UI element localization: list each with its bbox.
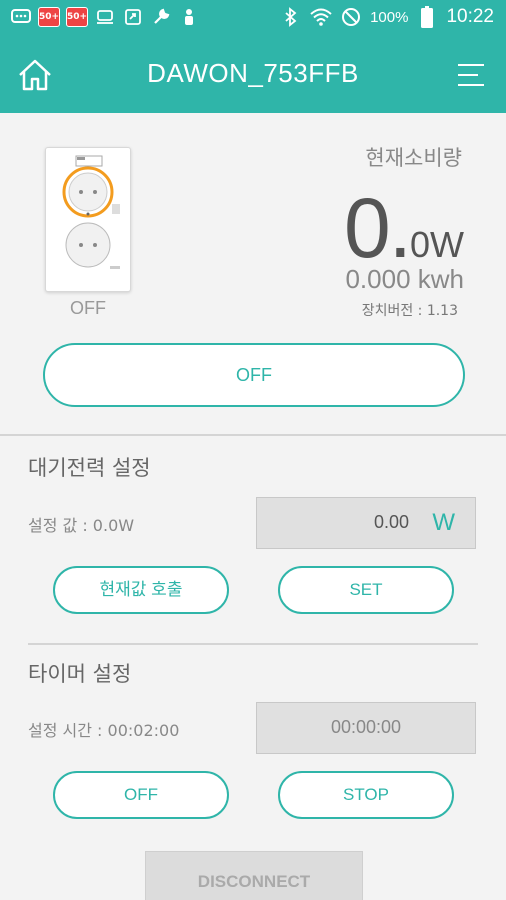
standby-section-title: 대기전력 설정	[28, 456, 151, 480]
status-bar: 50+ 50+ 100% 10:22	[0, 0, 506, 36]
notification-icons: 50+ 50+	[10, 6, 200, 28]
person-icon	[178, 6, 200, 28]
bluetooth-icon	[280, 6, 302, 28]
timer-value-text: 00:00:00	[330, 717, 402, 737]
timer-stop-button[interactable]: STOP	[278, 771, 454, 819]
device-title: DAWON_753FFB	[147, 58, 359, 88]
divider	[0, 434, 506, 436]
do-not-disturb-icon	[340, 6, 362, 28]
standby-set-value-label: 설정 값 : 0.0W	[28, 516, 135, 535]
menu-icon[interactable]	[456, 60, 486, 90]
wifi-icon	[310, 6, 332, 28]
load-current-value-button[interactable]: 현재값 호출	[53, 566, 229, 614]
share-icon	[122, 6, 144, 28]
timer-set-time-label: 설정 시간 : 00:02:00	[28, 721, 180, 740]
power-value: 0.0W	[344, 180, 464, 277]
battery-icon	[416, 6, 438, 28]
battery-percent: 100%	[370, 8, 409, 26]
standby-value-text: 0.00	[373, 512, 409, 532]
device-image	[45, 147, 131, 292]
firmware-version: 장치버전 : 1.13	[361, 303, 458, 319]
current-consumption-label: 현재소비량	[365, 146, 462, 170]
badge-icon: 50+	[66, 7, 88, 27]
message-icon	[10, 6, 32, 28]
power-toggle-button[interactable]: OFF	[43, 343, 465, 407]
timer-section-title: 타이머 설정	[28, 662, 132, 686]
divider	[28, 643, 478, 645]
disconnect-button[interactable]: DISCONNECT	[145, 851, 363, 900]
app-bar: DAWON_753FFB	[0, 36, 506, 113]
clock: 10:22	[446, 6, 494, 27]
timer-off-button[interactable]: OFF	[53, 771, 229, 819]
badge-icon: 50+	[38, 7, 60, 27]
timer-value-input[interactable]: 00:00:00	[256, 702, 476, 754]
energy-value: 0.000 kwh	[345, 264, 464, 294]
usb-icon	[94, 6, 116, 28]
wrench-icon	[150, 6, 172, 28]
power-value-decimal: 0W	[410, 224, 464, 265]
power-value-integer: 0.	[343, 181, 412, 275]
system-icons: 100% 10:22	[280, 6, 494, 28]
standby-value-input[interactable]: 0.00 W	[256, 497, 476, 549]
standby-unit-label: W	[432, 509, 455, 536]
set-button[interactable]: SET	[278, 566, 454, 614]
device-state-label: OFF	[70, 298, 106, 318]
